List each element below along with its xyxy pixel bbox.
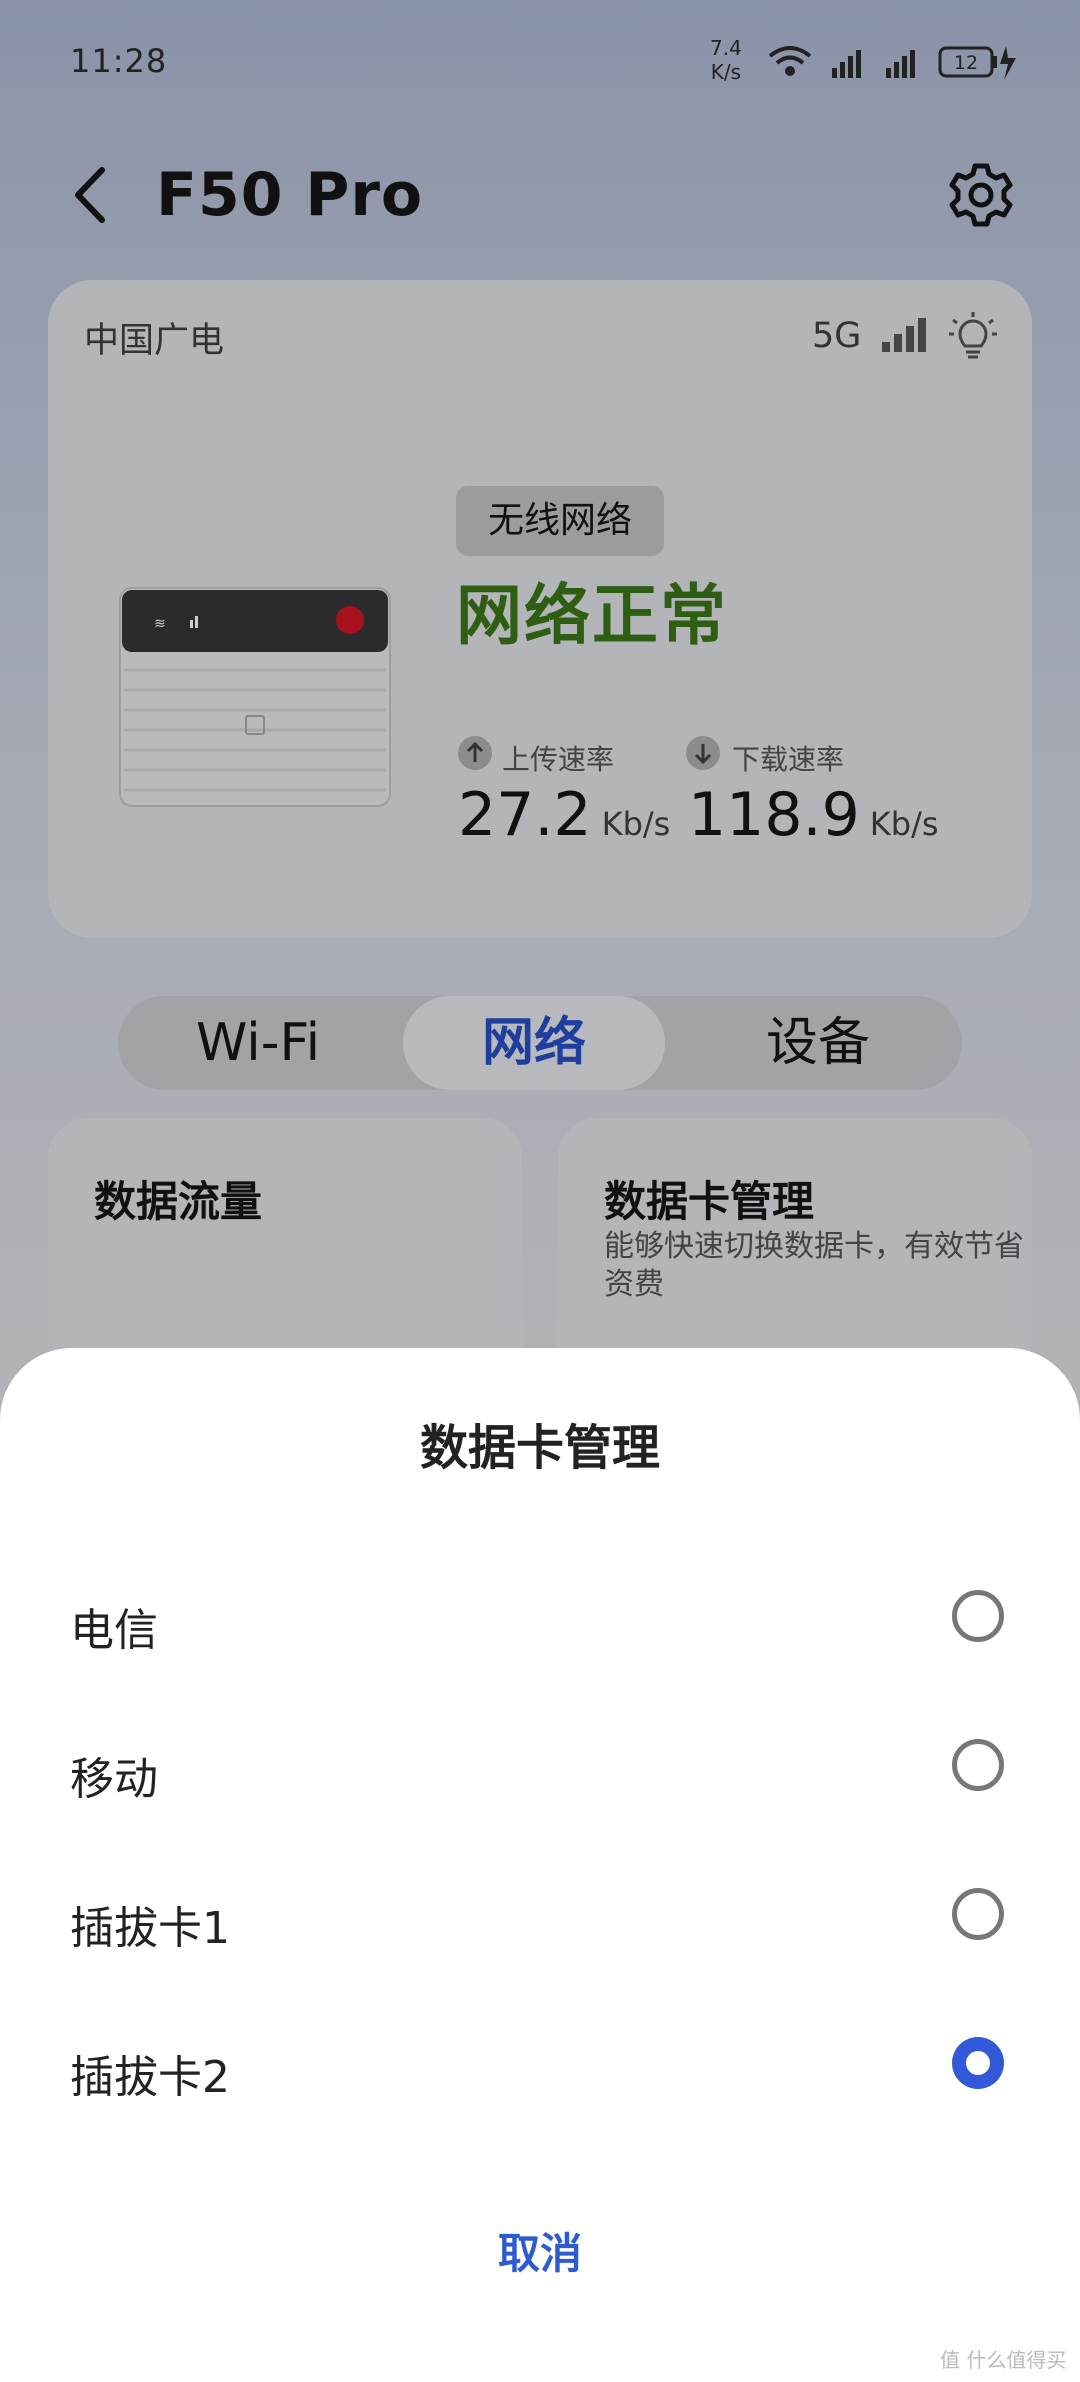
settings-gear-icon[interactable]	[946, 160, 1016, 230]
connection-type-badge: 无线网络	[456, 486, 664, 556]
sheet-title: 数据卡管理	[419, 1420, 660, 1476]
network-speed-indicator: 7.4 K/s	[710, 36, 742, 84]
tab-device[interactable]: 设备	[698, 996, 938, 1090]
battery-level: 12	[954, 52, 978, 74]
tab-wifi[interactable]: Wi-Fi	[138, 996, 378, 1090]
network-type: 5G	[812, 316, 862, 356]
upload-rate-label: 上传速率	[502, 743, 615, 776]
status-time: 11:28	[70, 42, 168, 80]
router-device-image: ≋	[119, 587, 391, 807]
tab-bar: Wi-Fi 网络 设备	[118, 996, 962, 1090]
data-usage-title: 数据流量	[94, 1177, 263, 1226]
sim-management-description: 能够快速切换数据卡，有效节省资费	[604, 1229, 1024, 1302]
download-rate-value: 118.9	[688, 780, 860, 850]
indicator-light-icon[interactable]	[948, 310, 998, 362]
status-icons: 12	[768, 46, 1016, 80]
upload-rate: 27.2 Kb/s	[458, 780, 670, 850]
network-speed-value: 7.4	[710, 36, 742, 60]
network-status-text: 网络正常	[456, 577, 728, 654]
radio-button-selected[interactable]	[952, 2037, 1004, 2089]
battery-icon: 12	[938, 46, 1016, 80]
cancel-button[interactable]: 取消	[440, 2218, 640, 2290]
cellular-signal-icon	[832, 50, 861, 78]
sim-option-card-2[interactable]: 插拔卡2	[0, 1997, 1080, 2137]
upload-rate-unit: Kb/s	[601, 805, 671, 843]
charging-icon	[1000, 46, 1016, 80]
sim-option-mobile[interactable]: 移动	[0, 1699, 1080, 1839]
page-title: F50 Pro	[156, 160, 424, 230]
download-rate: 118.9 Kb/s	[688, 780, 939, 850]
signal-strength-icon	[882, 318, 926, 352]
sim-option-label: 电信	[70, 1605, 158, 1656]
sim-management-title: 数据卡管理	[604, 1177, 815, 1226]
download-rate-unit: Kb/s	[869, 805, 939, 843]
radio-button[interactable]	[952, 1590, 1004, 1642]
radio-button[interactable]	[952, 1888, 1004, 1940]
radio-button[interactable]	[952, 1739, 1004, 1791]
download-arrow-icon	[686, 736, 720, 770]
sim-option-label: 插拔卡1	[70, 1903, 230, 1954]
svg-text:≋: ≋	[154, 616, 166, 632]
upload-rate-value: 27.2	[458, 780, 592, 850]
sim-option-telecom[interactable]: 电信	[0, 1550, 1080, 1690]
sim-option-card-1[interactable]: 插拔卡1	[0, 1848, 1080, 1988]
network-speed-unit: K/s	[710, 60, 742, 84]
upload-arrow-icon	[458, 736, 492, 770]
back-arrow-icon[interactable]	[62, 160, 122, 230]
wifi-icon	[768, 46, 812, 76]
cellular-signal-icon	[886, 50, 915, 78]
watermark: 值 什么值得买	[940, 2348, 1067, 2372]
tab-network[interactable]: 网络	[403, 996, 665, 1090]
status-bar: 11:28 7.4 K/s 12	[0, 0, 1080, 120]
carrier-name: 中国广电	[84, 321, 225, 361]
download-rate-label: 下载速率	[732, 743, 845, 776]
sim-option-label: 插拔卡2	[70, 2052, 230, 2103]
sim-option-label: 移动	[70, 1754, 158, 1805]
